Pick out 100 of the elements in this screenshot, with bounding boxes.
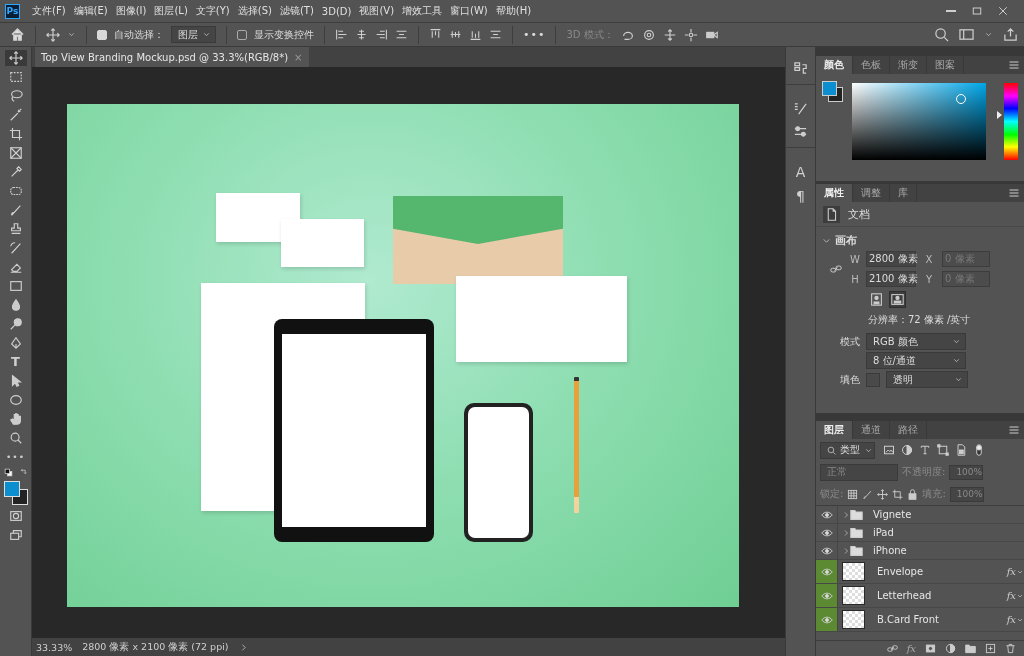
portrait-button[interactable] (868, 291, 885, 308)
hue-slider-handle[interactable] (997, 111, 1003, 120)
align-right-icon[interactable] (375, 28, 388, 41)
crop-icon[interactable] (8, 127, 23, 141)
brush-icon[interactable] (8, 203, 23, 217)
menu-item[interactable]: 图层(L) (150, 4, 192, 18)
align-left-icon[interactable] (335, 28, 348, 41)
panel-tab[interactable]: 图层 (816, 421, 853, 439)
panel-tab[interactable]: 渐变 (890, 56, 927, 74)
move-icon[interactable] (8, 51, 23, 65)
history-brush-icon[interactable] (8, 241, 23, 255)
size-field[interactable]: 2100 像素 (866, 271, 916, 287)
layer-row[interactable]: Vignete (816, 506, 1024, 524)
fill-swatch[interactable] (866, 372, 880, 387)
landscape-button[interactable] (889, 291, 906, 308)
sliders-icon[interactable] (793, 124, 808, 139)
dodge-icon[interactable] (8, 317, 23, 331)
type-filter-icon[interactable] (919, 444, 931, 456)
fill-dropdown[interactable]: 透明 (886, 371, 968, 388)
size-field[interactable]: 2800 像素 (866, 251, 916, 267)
image-filter-icon[interactable] (883, 444, 895, 456)
panel-tab[interactable]: 调整 (853, 184, 890, 202)
stamp-icon[interactable] (8, 222, 23, 236)
lock-pixels-icon[interactable] (847, 488, 859, 500)
mode-dropdown[interactable]: RGB 颜色 (866, 333, 966, 350)
panel-tab[interactable]: 通道 (853, 421, 890, 439)
menu-item[interactable]: 选择(S) (233, 4, 276, 18)
swap-colors-icon[interactable] (18, 468, 28, 477)
brush-settings-icon[interactable] (793, 101, 808, 116)
effects-indicator[interactable]: fx (1006, 614, 1016, 625)
move-icon[interactable] (877, 488, 889, 500)
link-icon[interactable] (886, 643, 898, 654)
caret-icon[interactable] (67, 30, 76, 39)
history-icon[interactable] (793, 61, 808, 76)
filter-toggle-icon[interactable] (973, 444, 985, 456)
default-colors-icon[interactable] (3, 468, 13, 477)
panel-tab[interactable]: 属性 (816, 184, 853, 202)
type-tool[interactable]: T (11, 354, 20, 370)
document-tab[interactable]: Top View Branding Mockup.psd @ 33.3%(RGB/8*) × (35, 47, 309, 67)
brush-icon[interactable] (862, 488, 874, 500)
effects-indicator[interactable]: fx (1006, 590, 1016, 601)
move-icon[interactable] (46, 27, 60, 42)
adjustment-layer-icon[interactable] (945, 643, 956, 654)
zoom-icon[interactable] (8, 431, 23, 445)
color-swatches-drawing[interactable] (822, 81, 842, 101)
distribute-icon[interactable] (489, 28, 502, 41)
color-swatches-drawing[interactable] (3, 481, 28, 505)
align-top-icon[interactable] (429, 28, 442, 41)
new-layer-icon[interactable] (985, 643, 996, 654)
lasso-icon[interactable] (8, 89, 23, 103)
panel-tab[interactable]: 图案 (927, 56, 964, 74)
new-group-icon[interactable] (965, 643, 976, 654)
menu-item[interactable]: 文字(Y) (191, 4, 234, 18)
menu-item[interactable]: 帮助(H) (491, 4, 536, 18)
trash-icon[interactable] (1005, 643, 1016, 654)
menu-item[interactable]: 3D(D) (317, 5, 356, 17)
link-icon[interactable] (830, 263, 842, 275)
more-tools-button[interactable]: ••• (6, 452, 25, 462)
effects-indicator[interactable]: fx (1006, 566, 1016, 577)
filter-dropdown[interactable]: 类型 (820, 441, 875, 459)
search-icon[interactable] (934, 27, 949, 42)
share-icon[interactable] (1003, 27, 1018, 42)
smart-object-filter-icon[interactable] (955, 444, 967, 456)
align-bottom-icon[interactable] (469, 28, 482, 41)
menu-item[interactable]: 图像(I) (111, 4, 151, 18)
menu-icon[interactable] (1008, 424, 1020, 436)
quick-mask-icon[interactable] (8, 509, 23, 523)
more-options-button[interactable]: ••• (523, 28, 546, 41)
menu-item[interactable]: 增效工具 (398, 4, 447, 18)
menu-item[interactable]: 文件(F) (28, 4, 70, 18)
screen-mode-icon[interactable] (8, 528, 23, 542)
pan-icon[interactable] (662, 27, 677, 42)
menu-item[interactable]: 编辑(E) (69, 4, 112, 18)
auto-select-checkbox[interactable] (97, 29, 107, 40)
pen-icon[interactable] (8, 336, 23, 350)
bandage-icon[interactable] (8, 184, 23, 198)
menu-item[interactable]: 窗口(W) (446, 4, 492, 18)
workspace-icon[interactable] (959, 27, 974, 42)
panel-tab[interactable]: 色板 (853, 56, 890, 74)
menu-icon[interactable] (1008, 59, 1020, 71)
transform-controls-checkbox[interactable] (237, 29, 247, 40)
shape-filter-icon[interactable] (937, 444, 949, 456)
panel-tab[interactable]: 路径 (890, 421, 927, 439)
zoom-level[interactable]: 33.33% (36, 641, 73, 653)
menu-item[interactable]: 视图(V) (355, 4, 399, 18)
layer-row[interactable]: iPad (816, 524, 1024, 542)
marquee-icon[interactable] (8, 70, 23, 84)
document-info[interactable]: 2800 像素 x 2100 像素 (72 ppi) (82, 640, 229, 654)
align-center-icon[interactable] (355, 28, 368, 41)
caret-icon[interactable] (984, 30, 993, 39)
layer-row[interactable]: Letterhead fx (816, 584, 1024, 608)
wand-icon[interactable] (8, 108, 23, 122)
panel-tab[interactable]: 库 (890, 184, 917, 202)
paragraph-panel-button[interactable]: ¶ (796, 188, 805, 204)
menu-icon[interactable] (1008, 187, 1020, 199)
slide-icon[interactable] (683, 27, 698, 42)
character-panel-button[interactable]: A (795, 164, 806, 180)
ellipse-icon[interactable] (8, 393, 23, 407)
align-middle-icon[interactable] (449, 28, 462, 41)
adjustment-filter-icon[interactable] (901, 444, 913, 456)
